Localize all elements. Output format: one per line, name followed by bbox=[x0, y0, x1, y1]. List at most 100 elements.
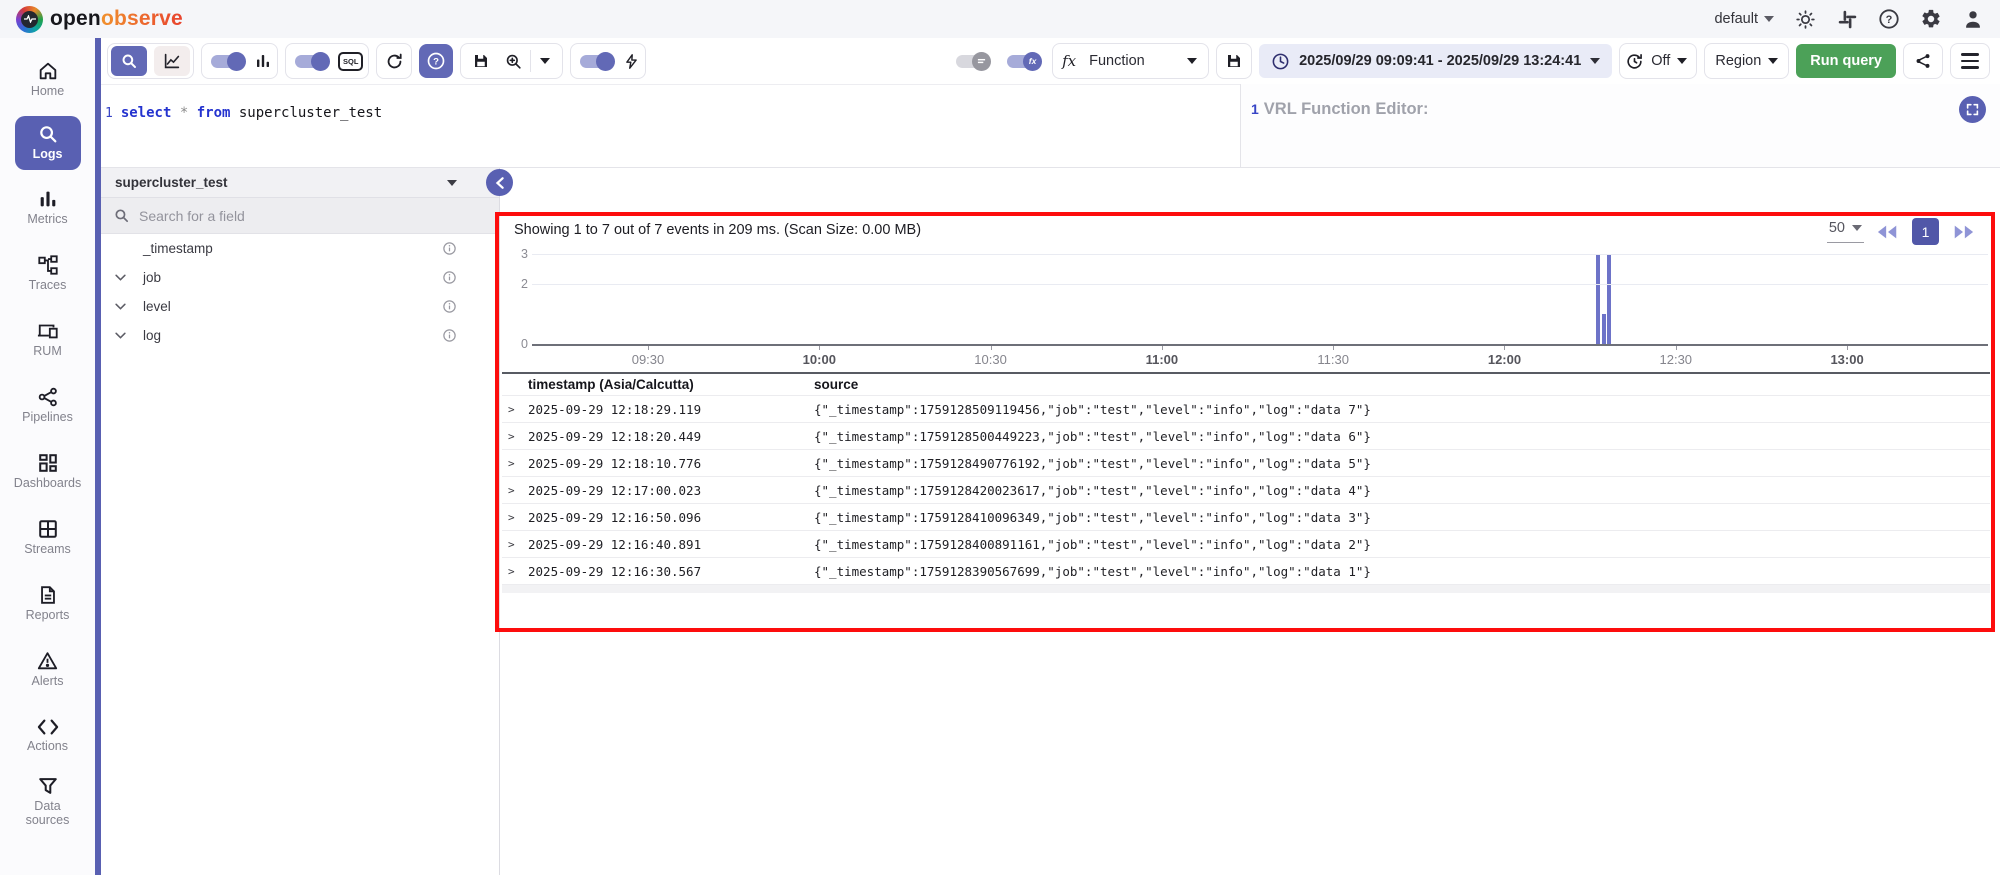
time-range-picker[interactable]: 2025/09/29 09:09:41 - 2025/09/29 13:24:4… bbox=[1259, 44, 1612, 78]
chevron-down-icon bbox=[1768, 58, 1778, 64]
field-search-input[interactable] bbox=[139, 208, 419, 224]
sidebar-item-rum[interactable]: RUM bbox=[4, 306, 92, 372]
sql-mode-toggle[interactable] bbox=[295, 55, 327, 68]
sidebar-item-logs[interactable]: Logs bbox=[4, 112, 92, 174]
field-row-timestamp[interactable]: _timestamp bbox=[101, 234, 499, 263]
sidebar-label: Data sources bbox=[19, 800, 77, 828]
search-mode-button[interactable] bbox=[111, 46, 147, 76]
collapse-panel-button[interactable] bbox=[486, 169, 513, 196]
field-row-log[interactable]: log bbox=[101, 321, 499, 350]
auto-refresh-select[interactable]: Off bbox=[1619, 43, 1697, 79]
expand-row-icon[interactable]: > bbox=[502, 538, 528, 551]
sidebar-item-dashboards[interactable]: Dashboards bbox=[4, 438, 92, 504]
save-function-button[interactable] bbox=[1219, 46, 1249, 76]
field-row-job[interactable]: job bbox=[101, 263, 499, 292]
run-query-button[interactable]: Run query bbox=[1796, 44, 1896, 78]
query-editor-row: 1select * from supercluster_test 1VRL Fu… bbox=[101, 84, 2000, 168]
account-person-icon[interactable] bbox=[1962, 8, 1984, 30]
sidebar-label: Traces bbox=[29, 279, 67, 293]
expand-row-icon[interactable]: > bbox=[502, 484, 528, 497]
sidebar-item-reports[interactable]: Reports bbox=[4, 570, 92, 636]
search-icon bbox=[37, 123, 59, 145]
sidebar-item-traces[interactable]: Traces bbox=[4, 240, 92, 306]
expand-row-icon[interactable]: > bbox=[502, 403, 528, 416]
help-icon[interactable]: ? bbox=[1878, 8, 1900, 30]
sidebar-item-metrics[interactable]: Metrics bbox=[4, 174, 92, 240]
table-row[interactable]: > 2025-09-29 12:16:40.891 {"_timestamp":… bbox=[502, 530, 1990, 557]
field-name: level bbox=[143, 299, 171, 314]
slack-icon[interactable] bbox=[1836, 8, 1858, 30]
gear-icon[interactable] bbox=[1920, 8, 1942, 30]
table-header: timestamp (Asia/Calcutta) source bbox=[502, 372, 1990, 395]
expand-row-icon[interactable]: > bbox=[502, 457, 528, 470]
openobserve-logo: openobserve bbox=[16, 6, 183, 33]
x-axis-labels: 09:3010:0010:3011:0011:3012:0012:3013:00 bbox=[532, 346, 1988, 370]
region-select[interactable]: Region bbox=[1704, 43, 1789, 79]
sidebar-item-data-sources[interactable]: Data sources bbox=[4, 768, 92, 834]
y-tick-label: 0 bbox=[512, 337, 528, 351]
vrl-function-editor[interactable]: 1VRL Function Editor: bbox=[1240, 84, 2000, 167]
cell-source: {"_timestamp":1759128500449223,"job":"te… bbox=[814, 429, 1990, 444]
visualize-mode-button[interactable] bbox=[154, 46, 190, 76]
chevron-down-icon bbox=[540, 58, 550, 64]
more-menu-button[interactable] bbox=[1950, 43, 1990, 79]
reset-filters-button[interactable] bbox=[379, 46, 409, 76]
info-icon[interactable] bbox=[442, 241, 457, 256]
function-toggle[interactable]: fx bbox=[1007, 55, 1039, 68]
table-row[interactable]: > 2025-09-29 12:16:30.567 {"_timestamp":… bbox=[502, 557, 1990, 584]
histogram-toggle[interactable] bbox=[211, 55, 243, 68]
info-icon[interactable] bbox=[442, 328, 457, 343]
info-icon[interactable] bbox=[442, 270, 457, 285]
histogram-bar[interactable] bbox=[1607, 254, 1611, 344]
sidebar-label: Alerts bbox=[32, 675, 64, 689]
share-link-button[interactable] bbox=[1903, 43, 1943, 79]
interesting-fields-toggle[interactable] bbox=[580, 55, 612, 68]
table-row[interactable]: > 2025-09-29 12:18:29.119 {"_timestamp":… bbox=[502, 395, 1990, 422]
sql-query-editor[interactable]: 1select * from supercluster_test bbox=[101, 84, 1240, 167]
expand-row-icon[interactable]: > bbox=[502, 511, 528, 524]
table-row[interactable]: > 2025-09-29 12:18:20.449 {"_timestamp":… bbox=[502, 422, 1990, 449]
table-row[interactable]: > 2025-09-29 12:18:10.776 {"_timestamp":… bbox=[502, 449, 1990, 476]
histogram-bar[interactable] bbox=[1596, 254, 1600, 344]
table-row[interactable]: > 2025-09-29 12:17:00.023 {"_timestamp":… bbox=[502, 476, 1990, 503]
sidebar-label: Streams bbox=[24, 543, 71, 557]
query-help-button[interactable]: ? bbox=[419, 44, 453, 78]
logo-ring-icon bbox=[16, 6, 43, 33]
sidebar-item-streams[interactable]: Streams bbox=[4, 504, 92, 570]
expand-row-icon[interactable]: > bbox=[502, 430, 528, 443]
sidebar-item-home[interactable]: Home bbox=[4, 46, 92, 112]
field-row-level[interactable]: level bbox=[101, 292, 499, 321]
saved-views-button[interactable] bbox=[498, 46, 528, 76]
page-size-select[interactable]: 50 bbox=[1827, 220, 1864, 243]
sidebar-label: Logs bbox=[33, 148, 63, 162]
theme-sun-icon[interactable] bbox=[1794, 8, 1816, 30]
x-tick-label: 12:30 bbox=[1659, 352, 1692, 367]
chevron-down-icon bbox=[115, 274, 126, 281]
cell-source: {"_timestamp":1759128390567699,"job":"te… bbox=[814, 564, 1990, 579]
sidebar-label: Dashboards bbox=[14, 477, 81, 491]
save-view-button[interactable] bbox=[466, 46, 496, 76]
refresh-icon bbox=[385, 52, 404, 71]
histogram-bar[interactable] bbox=[1602, 314, 1606, 344]
saved-views-dropdown[interactable] bbox=[533, 46, 557, 76]
histogram-plot-area[interactable]: 023 bbox=[532, 254, 1988, 346]
current-page-button[interactable]: 1 bbox=[1912, 218, 1939, 245]
share-icon bbox=[1914, 52, 1932, 70]
info-icon[interactable] bbox=[442, 299, 457, 314]
org-selector[interactable]: default bbox=[1714, 11, 1774, 27]
expand-editor-button[interactable] bbox=[1959, 96, 1986, 123]
last-page-button[interactable] bbox=[1952, 224, 1974, 240]
table-row[interactable]: > 2025-09-29 12:16:50.096 {"_timestamp":… bbox=[502, 503, 1990, 530]
sidebar-item-alerts[interactable]: Alerts bbox=[4, 636, 92, 702]
events-histogram[interactable]: 023 09:3010:0010:3011:0011:3012:0012:301… bbox=[510, 254, 1988, 370]
first-page-button[interactable] bbox=[1877, 224, 1899, 240]
left-navigation: Home Logs Metrics Traces RUM Pipelines D… bbox=[0, 38, 95, 875]
stream-selector[interactable]: supercluster_test bbox=[101, 168, 499, 198]
sidebar-item-pipelines[interactable]: Pipelines bbox=[4, 372, 92, 438]
table-grid-icon bbox=[37, 518, 59, 540]
quick-mode-toggle[interactable] bbox=[956, 55, 988, 68]
chevron-down-icon bbox=[1852, 225, 1862, 231]
function-select[interactable]: Function bbox=[1083, 53, 1203, 69]
sidebar-item-actions[interactable]: Actions bbox=[4, 702, 92, 768]
expand-row-icon[interactable]: > bbox=[502, 565, 528, 578]
